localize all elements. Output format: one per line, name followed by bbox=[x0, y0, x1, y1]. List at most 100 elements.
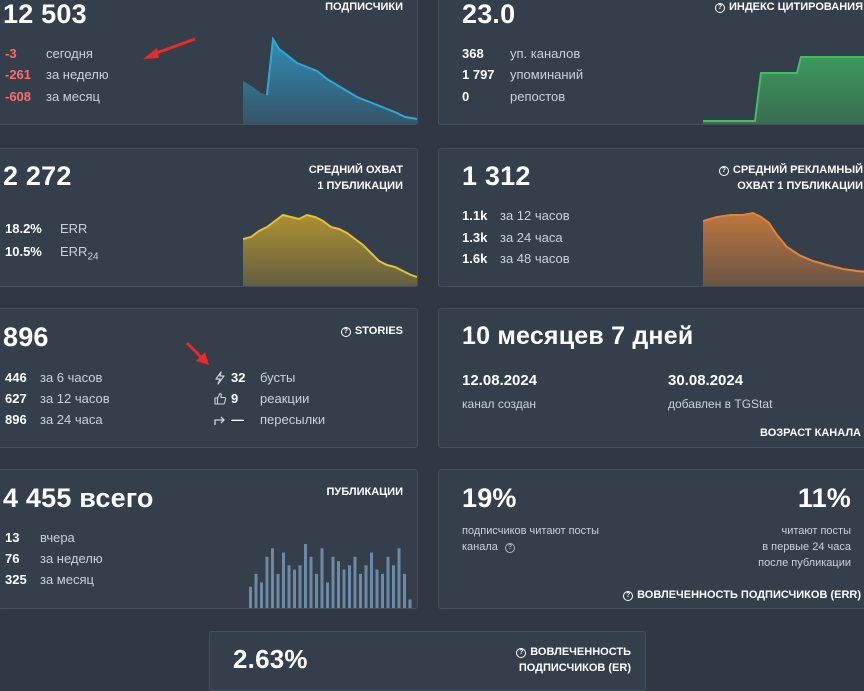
posts-bar bbox=[353, 556, 357, 608]
citation-reposts-value: 0 bbox=[462, 89, 470, 104]
ad-reach-24h-row: 1.3k за 24 часа bbox=[462, 229, 662, 247]
subscribers-month-value: -608 bbox=[5, 89, 32, 104]
ad-reach-value: 1 312 bbox=[462, 161, 531, 191]
er-title-line2: ПОДПИСЧИКОВ (ER) bbox=[518, 662, 631, 674]
posts-bar bbox=[386, 556, 390, 608]
stories-reactions-label: реакции bbox=[260, 391, 310, 406]
posts-month-label: за месяц bbox=[40, 572, 94, 587]
posts-bar bbox=[254, 573, 258, 608]
reach-err24-value: 10.5% bbox=[5, 244, 42, 259]
reach-err-value: 18.2% bbox=[5, 221, 42, 236]
stories-forwards-value: — bbox=[231, 412, 244, 427]
citation-channels-value: 368 bbox=[462, 46, 484, 61]
ad-reach-title-line2: ОХВАТ 1 ПУБЛИКАЦИИ bbox=[737, 180, 863, 192]
posts-bar bbox=[370, 552, 373, 608]
thumbs-up-icon bbox=[214, 392, 227, 405]
subscribers-area-chart bbox=[243, 37, 417, 124]
stories-12h-row: 627 за 12 часов bbox=[5, 390, 205, 408]
posts-title: ПУБЛИКАЦИИ bbox=[326, 486, 403, 498]
lightning-icon bbox=[215, 371, 225, 385]
posts-card: 4 455 всего ПУБЛИКАЦИИ 13 вчера 76 за не… bbox=[0, 469, 418, 609]
reach-title-line2: 1 ПУБЛИКАЦИИ bbox=[317, 180, 403, 192]
ad-reach-48h-label: за 48 часов bbox=[500, 251, 570, 266]
channel-age-value: 10 месяцев 7 дней bbox=[462, 322, 694, 350]
question-icon[interactable]: ? bbox=[340, 327, 351, 337]
engagement-right-line3: после публикации bbox=[758, 557, 851, 569]
er-card: 2.63% ? ВОВЛЕЧЕННОСТЬ ПОДПИСЧИКОВ (ER) bbox=[209, 631, 646, 691]
stories-12h-value: 627 bbox=[5, 391, 27, 406]
posts-bar bbox=[375, 569, 379, 608]
question-icon[interactable]: ? bbox=[714, 3, 725, 13]
posts-bar bbox=[348, 565, 351, 608]
engagement-right-line1: читают посты bbox=[781, 525, 851, 537]
citation-index-value: 23.0 bbox=[462, 0, 516, 29]
posts-bar bbox=[304, 544, 307, 608]
created-label: канал создан bbox=[462, 397, 537, 411]
ad-reach-24h-label: за 24 часа bbox=[500, 230, 563, 245]
question-icon[interactable]: ? bbox=[623, 591, 634, 601]
posts-month-value: 325 bbox=[5, 572, 27, 587]
posts-bar bbox=[287, 565, 291, 608]
posts-bar bbox=[249, 586, 252, 608]
engagement-left-line1: подписчиков читают посты bbox=[462, 525, 600, 537]
subscribers-week-row: -261 за неделю bbox=[5, 66, 205, 84]
ad-reach-12h-label: за 12 часов bbox=[500, 208, 570, 223]
engagement-title[interactable]: ? ВОВЛЕЧЕННОСТЬ ПОДПИСЧИКОВ (ERR) bbox=[623, 587, 861, 603]
ad-reach-title[interactable]: ? СРЕДНИЙ РЕКЛАМНЫЙ ОХВАТ 1 ПУБЛИКАЦИИ bbox=[718, 162, 863, 194]
posts-bar bbox=[265, 556, 269, 608]
engagement-left-value: 19% bbox=[462, 483, 517, 513]
citation-mentions-value: 1 797 bbox=[462, 67, 495, 82]
posts-bar bbox=[298, 565, 302, 608]
stories-boosts-label: бусты bbox=[260, 370, 296, 385]
channel-age-title: ВОЗРАСТ КАНАЛА bbox=[760, 427, 861, 439]
citation-title[interactable]: ? ИНДЕКС ЦИТИРОВАНИЯ bbox=[714, 0, 863, 15]
posts-yesterday-row: 13 вчера bbox=[5, 529, 205, 547]
stories-6h-value: 446 bbox=[5, 370, 27, 385]
created-date: 12.08.2024 bbox=[462, 372, 538, 389]
ad-reach-card: 1 312 ? СРЕДНИЙ РЕКЛАМНЫЙ ОХВАТ 1 ПУБЛИКА… bbox=[438, 148, 864, 287]
posts-bar bbox=[293, 569, 296, 608]
ad-reach-48h-value: 1.6k bbox=[462, 251, 488, 266]
stories-title-text: STORIES bbox=[354, 325, 403, 337]
reach-err24-sub: 24 bbox=[87, 251, 99, 263]
ad-reach-48h-row: 1.6k за 48 часов bbox=[462, 250, 662, 268]
stories-24h-label: за 24 часа bbox=[40, 412, 103, 427]
posts-bar bbox=[403, 573, 406, 608]
posts-bar bbox=[315, 573, 318, 608]
posts-yesterday-value: 13 bbox=[5, 530, 20, 545]
posts-bar bbox=[359, 573, 362, 608]
forward-arrow-icon bbox=[214, 416, 225, 425]
citation-title-text: ИНДЕКС ЦИТИРОВАНИЯ bbox=[728, 1, 863, 13]
engagement-left-line2[interactable]: канала ? bbox=[462, 539, 519, 555]
posts-total: 4 455 всего bbox=[3, 483, 154, 513]
stories-24h-value: 896 bbox=[5, 412, 27, 427]
stories-title[interactable]: ? STORIES bbox=[340, 323, 403, 339]
added-date: 30.08.2024 bbox=[668, 372, 744, 389]
stories-6h-label: за 6 часов bbox=[40, 370, 103, 385]
posts-bar bbox=[320, 548, 324, 608]
reach-err-row: 18.2% ERR bbox=[5, 220, 205, 238]
stories-12h-label: за 12 часов bbox=[40, 391, 110, 406]
citation-reposts-label: репостов bbox=[510, 89, 566, 104]
question-icon[interactable]: ? bbox=[504, 543, 515, 553]
posts-week-row: 76 за неделю bbox=[5, 550, 205, 568]
question-icon[interactable]: ? bbox=[718, 166, 729, 176]
red-arrow-annotation bbox=[143, 37, 196, 59]
ad-reach-24h-value: 1.3k bbox=[462, 230, 488, 245]
posts-bar bbox=[342, 569, 346, 608]
reach-err-label: ERR bbox=[60, 221, 88, 236]
stories-boosts-row: 32 бусты bbox=[213, 369, 353, 387]
subscribers-title: ПОДПИСЧИКИ bbox=[325, 1, 403, 13]
reach-title: СРЕДНИЙ ОХВАТ 1 ПУБЛИКАЦИИ bbox=[309, 162, 403, 194]
er-value: 2.63% bbox=[233, 644, 308, 674]
stories-reactions-row: 9 реакции bbox=[213, 390, 353, 408]
ad-reach-title-line1: СРЕДНИЙ РЕКЛАМНЫЙ bbox=[732, 164, 863, 176]
posts-bar bbox=[364, 565, 368, 608]
er-title[interactable]: ? ВОВЛЕЧЕННОСТЬ ПОДПИСЧИКОВ (ER) bbox=[516, 644, 631, 676]
ad-reach-12h-value: 1.1k bbox=[462, 208, 488, 223]
question-icon[interactable]: ? bbox=[516, 648, 527, 658]
subscribers-month-row: -608 за месяц bbox=[5, 88, 205, 106]
citation-channels-row: 368 уп. каналов bbox=[462, 45, 662, 63]
reach-value: 2 272 bbox=[3, 161, 72, 191]
posts-bar bbox=[276, 573, 280, 608]
